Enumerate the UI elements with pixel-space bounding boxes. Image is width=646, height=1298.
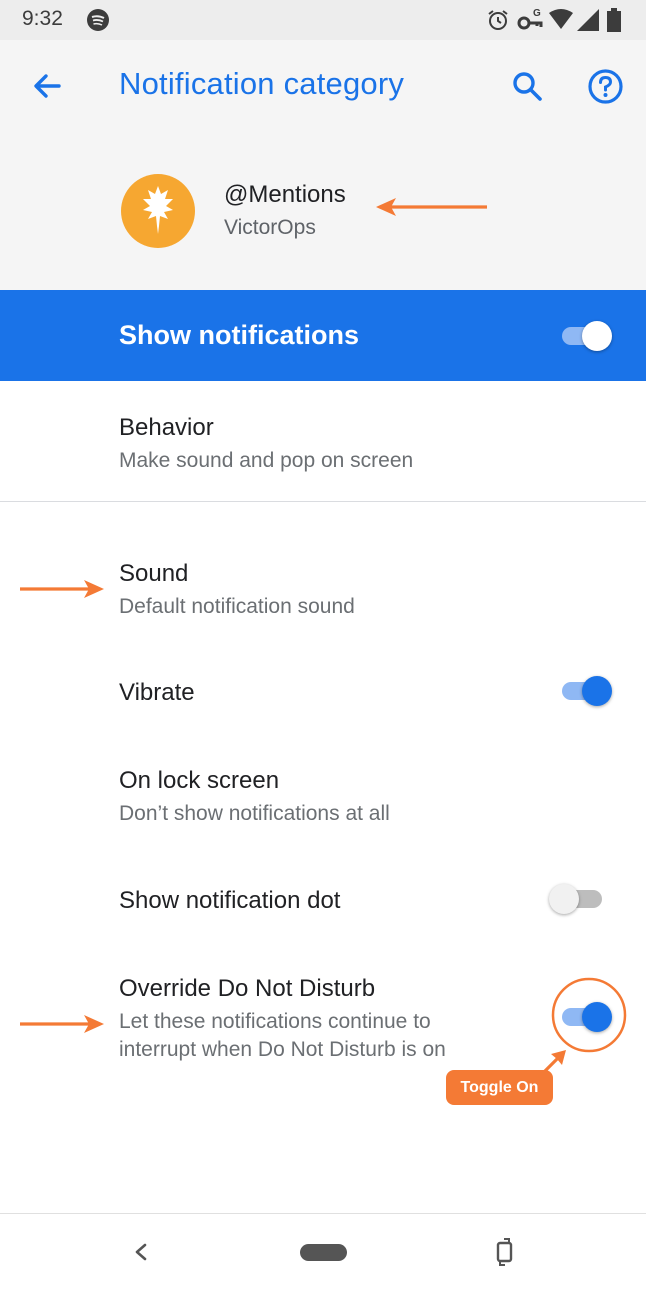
spotify-icon — [87, 9, 109, 31]
override-dnd-subtitle-line2: interrupt when Do Not Disturb is on — [119, 1038, 446, 1061]
annotation-highlight-circle — [551, 977, 627, 1053]
override-dnd-subtitle-line1: Let these notifications continue to — [119, 1010, 431, 1033]
nav-back-icon[interactable] — [131, 1242, 151, 1262]
annotation-badge: Toggle On — [446, 1070, 553, 1105]
svg-text:G: G — [533, 8, 541, 19]
annotation-arrow-left — [376, 198, 487, 216]
search-icon[interactable] — [510, 69, 544, 103]
app-name: VictorOps — [224, 216, 316, 239]
battery-icon — [607, 8, 621, 32]
status-time: 9:32 — [22, 7, 63, 30]
divider — [0, 501, 646, 502]
rotate-icon[interactable] — [493, 1237, 517, 1267]
show-notifications-toggle[interactable] — [582, 321, 612, 351]
arrow-back-icon[interactable] — [31, 70, 63, 102]
home-pill-icon[interactable] — [300, 1244, 347, 1261]
channel-name: @Mentions — [224, 181, 346, 208]
alarm-icon — [488, 10, 508, 30]
notification-dot-title[interactable]: Show notification dot — [119, 887, 340, 915]
show-notifications-label: Show notifications — [119, 320, 359, 350]
lock-screen-subtitle: Don’t show notifications at all — [119, 802, 390, 825]
signal-icon — [577, 9, 599, 31]
vibrate-toggle[interactable] — [582, 676, 612, 706]
vpn-key-icon: G — [517, 8, 543, 30]
override-dnd-title[interactable]: Override Do Not Disturb — [119, 975, 375, 1003]
vibrate-title[interactable]: Vibrate — [119, 679, 195, 707]
annotation-arrow-right — [20, 1015, 104, 1033]
help-icon[interactable] — [587, 68, 624, 105]
sound-subtitle: Default notification sound — [119, 595, 355, 618]
annotation-arrow-right — [20, 580, 104, 598]
sound-title[interactable]: Sound — [119, 560, 188, 588]
victorops-logo — [121, 174, 195, 248]
lock-screen-title[interactable]: On lock screen — [119, 767, 279, 795]
page-title: Notification category — [119, 66, 405, 101]
notification-dot-toggle[interactable] — [549, 884, 579, 914]
wifi-icon — [549, 9, 573, 29]
behavior-subtitle: Make sound and pop on screen — [119, 449, 414, 472]
behavior-title[interactable]: Behavior — [119, 414, 214, 442]
